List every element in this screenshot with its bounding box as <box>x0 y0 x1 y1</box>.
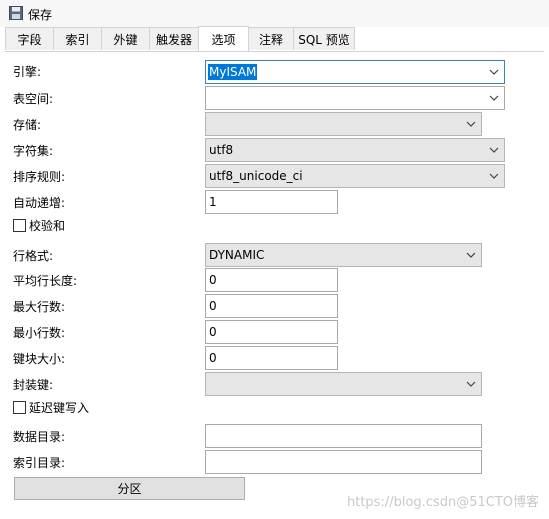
engine-label: 引擎: <box>13 65 42 79</box>
chevron-down-icon <box>489 147 499 153</box>
avg-row-length-value: 0 <box>209 273 217 287</box>
engine-value: MyISAM <box>208 64 258 80</box>
auto-increment-value: 1 <box>209 195 217 209</box>
collation-label: 排序规则: <box>13 170 66 184</box>
charset-label: 字符集: <box>13 144 54 158</box>
storage-label: 存储: <box>13 118 42 132</box>
row-format-label: 行格式: <box>13 249 54 263</box>
pack-keys-label: 封装键: <box>13 378 54 392</box>
avg-row-length-input[interactable]: 0 <box>205 268 338 292</box>
max-rows-input[interactable]: 0 <box>205 294 338 318</box>
tab-comments[interactable]: 注释 <box>248 27 294 50</box>
partition-button[interactable]: 分区 <box>14 477 245 500</box>
charset-select[interactable]: utf8 <box>205 138 505 162</box>
avg-row-length-label: 平均行长度: <box>13 274 78 288</box>
checkbox-box <box>13 218 26 232</box>
storage-select[interactable] <box>205 112 482 136</box>
checksum-checkbox[interactable]: 校验和 <box>13 218 66 233</box>
delay-key-write-label: 延迟键写入 <box>29 400 90 415</box>
key-block-size-label: 键块大小: <box>13 352 66 366</box>
toolbar: 保存 <box>0 0 549 27</box>
min-rows-value: 0 <box>209 325 217 339</box>
tab-indexes[interactable]: 索引 <box>53 27 102 50</box>
chevron-down-icon <box>466 121 476 127</box>
index-directory-label: 索引目录: <box>13 456 66 470</box>
max-rows-label: 最大行数: <box>13 300 66 314</box>
engine-select[interactable]: MyISAM <box>205 60 505 84</box>
data-directory-label: 数据目录: <box>13 430 66 444</box>
chevron-down-icon <box>489 95 499 101</box>
collation-value: utf8_unicode_ci <box>209 169 303 183</box>
charset-value: utf8 <box>209 143 234 157</box>
tab-foreign-keys[interactable]: 外键 <box>101 27 150 50</box>
tab-sql-preview[interactable]: SQL 预览 <box>293 27 355 50</box>
min-rows-label: 最小行数: <box>13 326 66 340</box>
tab-fields[interactable]: 字段 <box>5 27 54 50</box>
tab-bar: 字段 索引 外键 触发器 选项 注释 SQL 预览 <box>5 26 355 51</box>
collation-select[interactable]: utf8_unicode_ci <box>205 164 505 188</box>
chevron-down-icon <box>466 252 476 258</box>
chevron-down-icon <box>489 69 499 75</box>
tab-content-border <box>5 51 544 52</box>
chevron-down-icon <box>489 173 499 179</box>
chevron-down-icon <box>466 381 476 387</box>
pack-keys-select[interactable] <box>205 372 482 396</box>
key-block-size-value: 0 <box>209 351 217 365</box>
watermark: https://blog.csdn@51CTO博客 <box>346 495 539 510</box>
checkbox-box <box>13 400 26 414</box>
partition-button-label: 分区 <box>117 482 142 496</box>
tab-triggers[interactable]: 触发器 <box>149 27 199 50</box>
checksum-label: 校验和 <box>29 218 66 233</box>
delay-key-write-checkbox[interactable]: 延迟键写入 <box>13 400 90 415</box>
key-block-size-input[interactable]: 0 <box>205 346 338 370</box>
tablespace-label: 表空间: <box>13 92 54 106</box>
max-rows-value: 0 <box>209 299 217 313</box>
row-format-value: DYNAMIC <box>209 248 265 262</box>
tab-options[interactable]: 选项 <box>198 26 249 51</box>
index-directory-input[interactable] <box>205 450 482 474</box>
save-icon <box>9 5 28 23</box>
auto-increment-input[interactable]: 1 <box>205 190 338 214</box>
row-format-select[interactable]: DYNAMIC <box>205 243 482 267</box>
min-rows-input[interactable]: 0 <box>205 320 338 344</box>
data-directory-input[interactable] <box>205 424 482 448</box>
tablespace-select[interactable] <box>205 86 505 110</box>
save-label: 保存 <box>28 7 53 22</box>
save-button[interactable]: 保存 <box>9 5 52 23</box>
auto-increment-label: 自动递增: <box>13 196 66 210</box>
